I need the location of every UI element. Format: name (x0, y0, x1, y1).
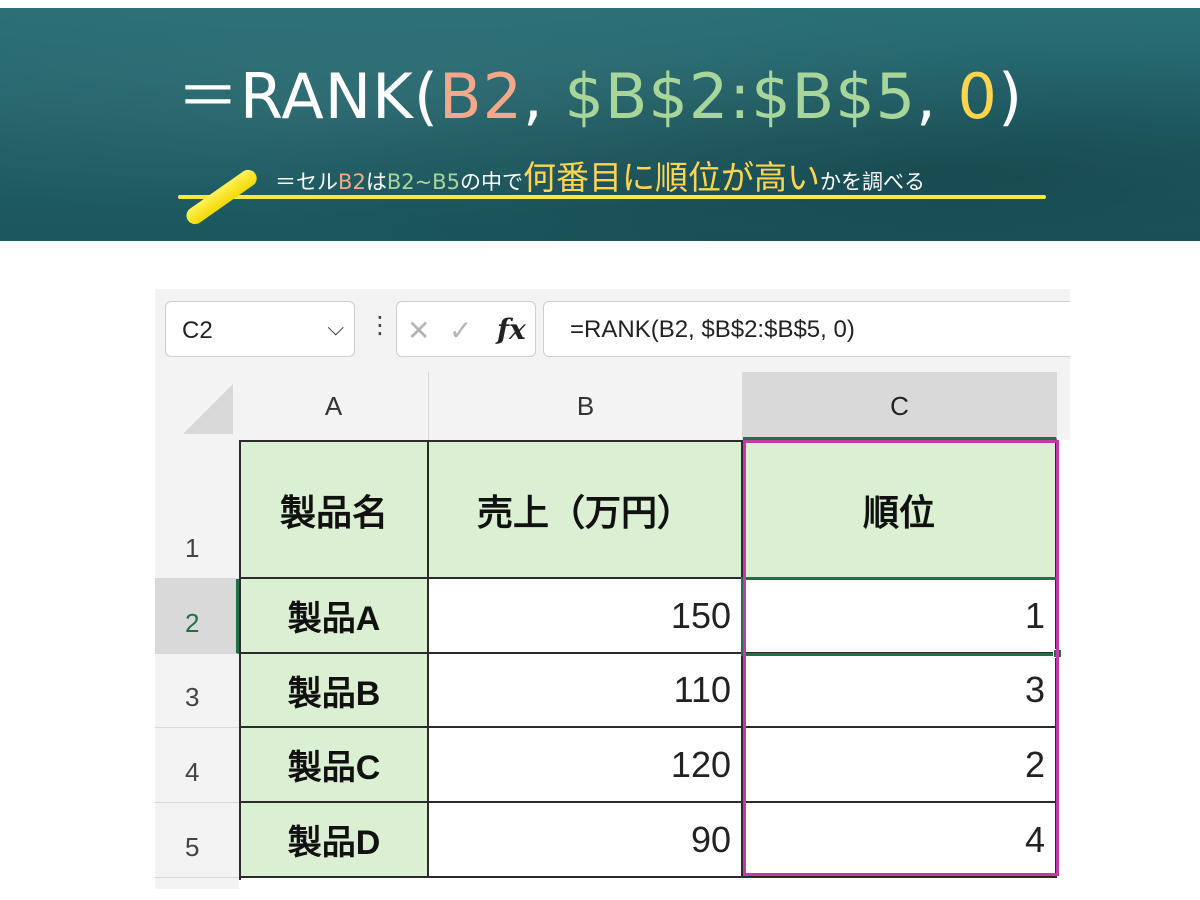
row-header-1[interactable]: 1 (155, 440, 239, 579)
more-icon[interactable]: ⋮ (368, 311, 392, 339)
row-header-2[interactable]: 2 (155, 579, 239, 654)
check-icon[interactable]: ✓ (449, 314, 472, 347)
explain-cell: B2 (338, 170, 366, 194)
cell-c1[interactable]: 順位 (743, 442, 1057, 579)
cell-b2[interactable]: 150 (429, 579, 743, 654)
row-header-4[interactable]: 4 (155, 728, 239, 803)
explain-range: B2~B5 (386, 170, 460, 194)
banner-explanation: ＝セルB2はB2~B5の中で何番目に順位が高いかを調べる (0, 151, 1200, 199)
cell-b3[interactable]: 110 (429, 654, 743, 728)
cancel-icon[interactable]: ✕ (407, 314, 430, 347)
row-number: 4 (185, 757, 200, 787)
cell-a1[interactable]: 製品名 (241, 442, 429, 579)
cell-c4[interactable]: 2 (743, 728, 1057, 803)
formula-bar: C2 ⌵ ⋮ ✕ ✓ fx =RANK(B2, $B$2:$B$5, 0) (155, 289, 1070, 372)
name-box[interactable]: C2 ⌵ (165, 301, 355, 357)
cell-c2[interactable]: 1 (743, 579, 1057, 654)
column-header-c[interactable]: C (743, 372, 1057, 440)
formula-input-value: =RANK(B2, $B$2:$B$5, 0) (570, 316, 855, 343)
select-all-corner[interactable] (155, 372, 240, 440)
explain-text: は (365, 170, 387, 194)
cell-b4[interactable]: 120 (429, 728, 743, 803)
row-header-5[interactable]: 5 (155, 803, 239, 878)
formula-sep: , (916, 60, 958, 133)
explain-emphasis: 何番目に順位が高い (522, 158, 820, 197)
cell-a2[interactable]: 製品A (241, 579, 429, 654)
formula-arg-order: 0 (957, 60, 998, 133)
cell-a5[interactable]: 製品D (241, 803, 429, 878)
explain-text: かを調べる (819, 170, 925, 194)
fill-handle[interactable] (1053, 649, 1062, 658)
cell-a4[interactable]: 製品C (241, 728, 429, 803)
chevron-down-icon[interactable]: ⌵ (327, 316, 344, 341)
formula-arg-cell: B2 (439, 60, 524, 133)
cell-c3[interactable]: 3 (743, 654, 1057, 728)
cell-a3[interactable]: 製品B (241, 654, 429, 728)
row-number: 3 (185, 682, 200, 712)
cell-c5[interactable]: 4 (743, 803, 1057, 878)
explain-text: の中で (459, 170, 523, 194)
function-icon[interactable]: fx (497, 313, 526, 346)
cell-b5[interactable]: 90 (429, 803, 743, 878)
formula-input[interactable]: =RANK(B2, $B$2:$B$5, 0) (543, 301, 1070, 357)
chalkboard-banner: ＝RANK(B2, $B$2:$B$5, 0) ＝セルB2はB2~B5の中で何番… (0, 8, 1200, 241)
row-number: 1 (185, 533, 200, 563)
row-number: 2 (185, 608, 200, 638)
cell-b1[interactable]: 売上（万円） (429, 442, 743, 579)
formula-buttons: ✕ ✓ fx (396, 301, 536, 357)
formula-suffix: ) (997, 60, 1024, 133)
banner-formula: ＝RANK(B2, $B$2:$B$5, 0) (0, 46, 1200, 136)
column-header-a[interactable]: A (239, 372, 429, 440)
spreadsheet: C2 ⌵ ⋮ ✕ ✓ fx =RANK(B2, $B$2:$B$5, 0) A … (155, 289, 1070, 889)
chalk-underline (178, 195, 1046, 199)
select-all-icon (183, 384, 233, 434)
column-header-d[interactable] (1057, 372, 1070, 440)
row-header-3[interactable]: 3 (155, 654, 239, 728)
name-box-value: C2 (182, 317, 213, 344)
column-header-b[interactable]: B (429, 372, 743, 440)
formula-sep: , (523, 60, 565, 133)
row-header-6[interactable] (155, 878, 239, 889)
formula-prefix: ＝RANK( (176, 60, 440, 133)
row-number: 5 (185, 832, 200, 862)
formula-arg-range: $B$2:$B$5 (564, 60, 917, 133)
explain-text: ＝セル (275, 170, 339, 194)
